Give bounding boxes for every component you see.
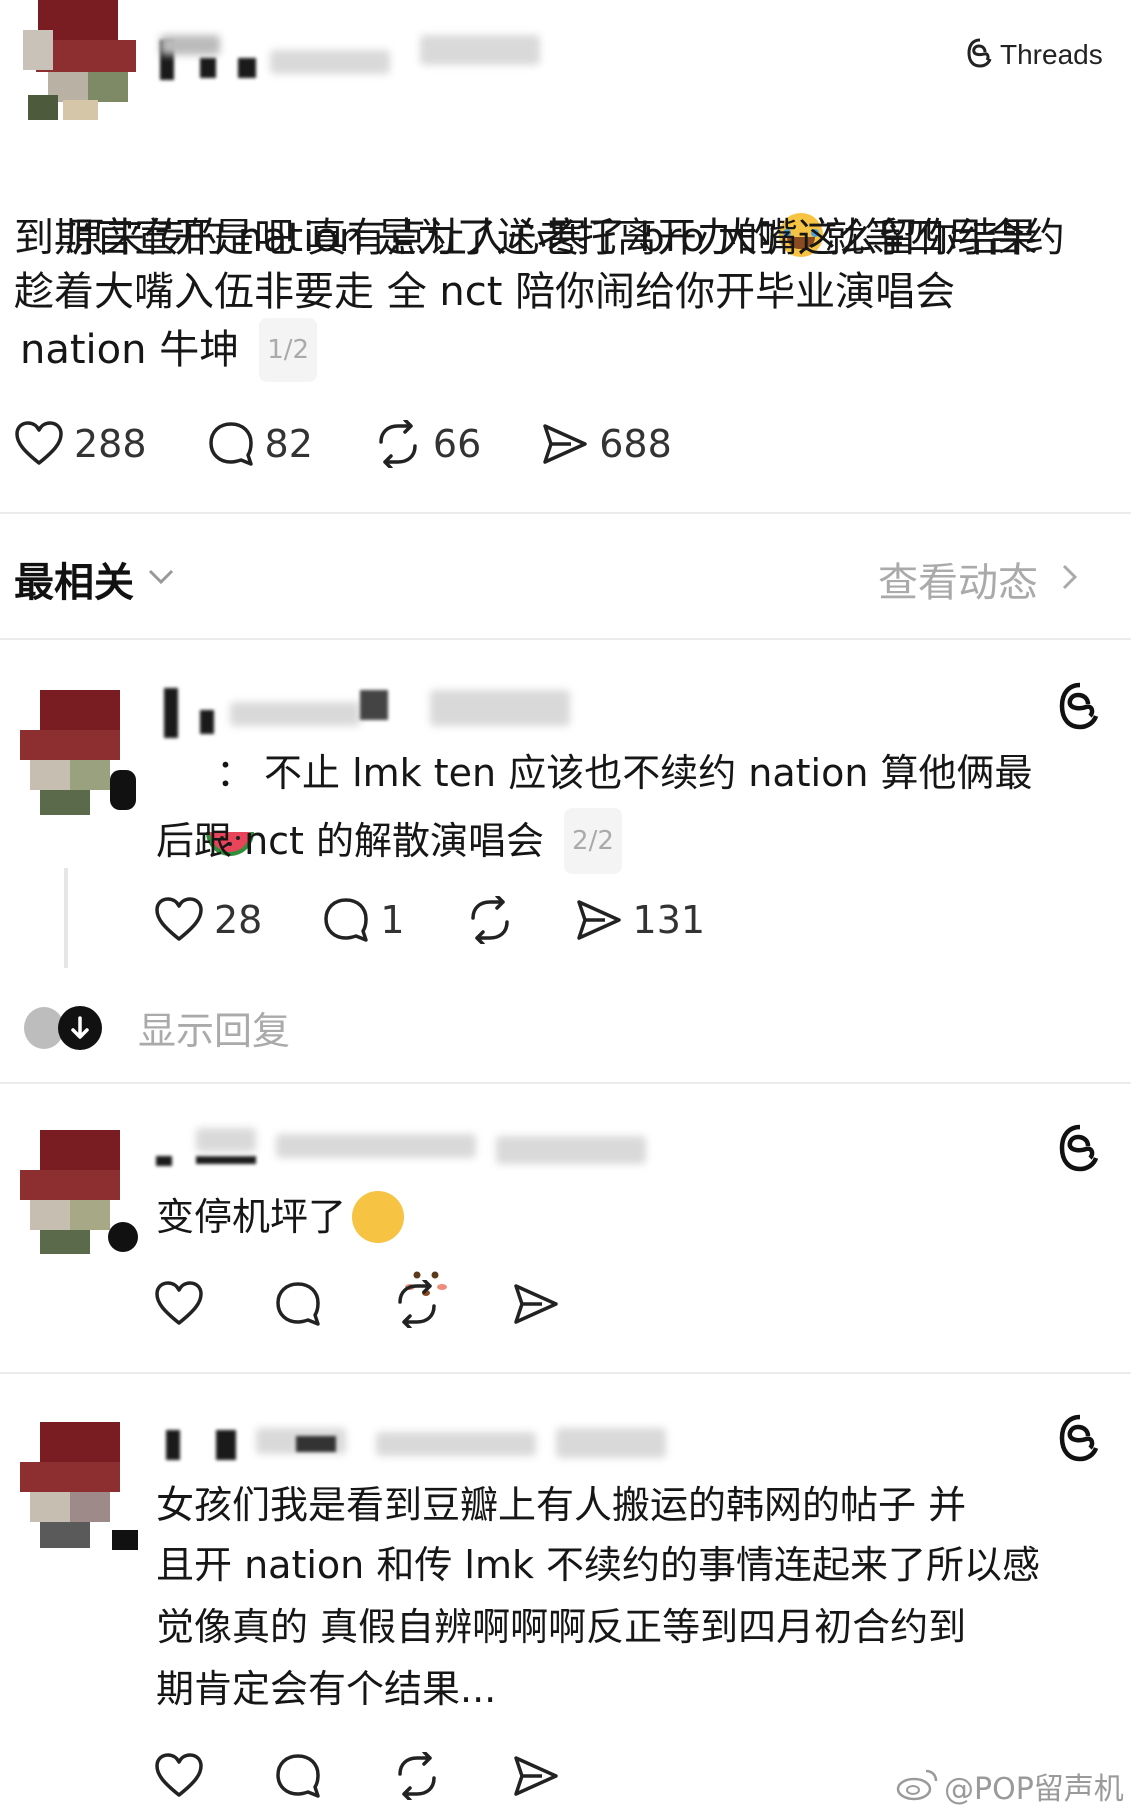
view-activity-label: 查看动态 <box>878 560 1038 606</box>
reply-3-line-4: 期肯定会有个结果... <box>156 1667 497 1711</box>
share-button[interactable] <box>512 1754 560 1798</box>
post-page-indicator: 1/2 <box>259 318 318 382</box>
reply-2-author-name[interactable] <box>156 1120 656 1180</box>
reply-1-avatar[interactable] <box>20 690 140 820</box>
heart-icon <box>154 897 204 943</box>
share-count: 131 <box>632 898 706 942</box>
comment-button[interactable] <box>274 1752 322 1800</box>
comment-button[interactable]: 82 <box>207 420 313 468</box>
reply-3-author-name[interactable] <box>156 1412 696 1472</box>
chevron-down-icon <box>148 569 174 589</box>
repost-icon <box>373 420 423 468</box>
reply-1-line-1: 不止 lmk ten 应该也不续约 nation 算他俩最 <box>264 751 1033 795</box>
post-author-avatar[interactable] <box>18 0 142 120</box>
comment-button[interactable] <box>274 1280 322 1328</box>
share-button[interactable] <box>512 1282 560 1326</box>
threads-logo-icon[interactable] <box>1058 1124 1102 1176</box>
threads-logo-icon <box>966 38 994 72</box>
repost-button[interactable] <box>465 896 515 944</box>
share-button[interactable]: 688 <box>541 422 672 466</box>
like-button[interactable]: 288 <box>14 421 147 467</box>
share-count: 688 <box>599 422 672 466</box>
comment-icon <box>274 1280 322 1328</box>
reply-1-line-2: 后跟 nct 的解散演唱会 <box>156 819 545 863</box>
reply-1-author-name[interactable] <box>160 680 580 740</box>
reply-2-actions <box>154 1280 620 1328</box>
reply-1-page-indicator: 2/2 <box>564 808 622 874</box>
repost-icon <box>392 1752 442 1800</box>
comment-count: 1 <box>380 898 405 942</box>
reply-1-prefix: ： <box>216 751 255 795</box>
comment-icon <box>322 896 370 944</box>
comment-icon <box>207 420 255 468</box>
repost-count: 66 <box>432 422 482 466</box>
threads-brand: Threads <box>966 38 1103 72</box>
reply-3-line-3: 觉像真的 真假自辨啊啊啊反正等到四月初合约到 <box>156 1605 967 1649</box>
post-line-2: 到期官宣开是吧 真有点让人心寒了 bro 大嘴这么留你结果 <box>14 215 1038 261</box>
share-icon <box>512 1282 560 1326</box>
arrow-down-icon <box>58 1005 102 1050</box>
post-line-3: 趁着大嘴入伍非要走 全 nct 陪你闹给你开毕业演唱会 <box>14 269 956 315</box>
repost-button[interactable]: 66 <box>373 420 481 468</box>
sort-label: 最相关 <box>14 560 134 606</box>
reply-3-actions <box>154 1752 620 1800</box>
watermark-label: @POP留声机 <box>944 1772 1124 1807</box>
repost-button[interactable] <box>392 1752 442 1800</box>
divider <box>0 1372 1131 1374</box>
like-count: 28 <box>214 898 263 942</box>
repost-button[interactable] <box>392 1280 442 1328</box>
show-replies-label: 显示回复 <box>138 1009 291 1053</box>
comment-count: 82 <box>264 422 313 466</box>
like-button[interactable] <box>154 1281 204 1327</box>
comment-icon <box>274 1752 322 1800</box>
reply-1-actions: 28 1 131 <box>154 896 765 944</box>
like-count: 288 <box>74 422 147 466</box>
divider <box>0 512 1131 514</box>
reply-3-line-1: 女孩们我是看到豆瓣上有人搬运的韩网的帖子 并 <box>156 1483 967 1527</box>
divider <box>0 638 1131 640</box>
heart-icon <box>14 421 64 467</box>
view-activity-link[interactable]: 查看动态 <box>878 550 1078 608</box>
threads-logo-icon[interactable] <box>1058 682 1102 734</box>
share-icon <box>541 422 589 466</box>
share-button[interactable]: 131 <box>575 898 706 942</box>
chevron-right-icon <box>1062 564 1078 594</box>
share-icon <box>575 898 623 942</box>
heart-icon <box>154 1281 204 1327</box>
post-line-4: nation 牛坤 <box>20 327 240 373</box>
show-replies-row[interactable]: 显示回复 <box>24 1000 290 1055</box>
reply-2-avatar[interactable] <box>20 1130 140 1256</box>
post-actions: 288 82 66 688 <box>14 420 732 468</box>
share-icon <box>512 1754 560 1798</box>
watermark: @POP留声机 <box>896 1764 1124 1808</box>
reply-2-line-1: 变停机坪了 <box>156 1195 347 1239</box>
comment-button[interactable]: 1 <box>322 896 405 944</box>
weibo-icon <box>896 1767 940 1805</box>
repost-icon <box>465 896 515 944</box>
heart-icon <box>154 1753 204 1799</box>
like-button[interactable]: 28 <box>154 897 262 943</box>
flushed-emoji-icon <box>352 1191 448 1296</box>
post-author-name[interactable] <box>160 30 550 90</box>
reply-3-avatar[interactable] <box>20 1422 140 1550</box>
sort-selector[interactable]: 最相关 <box>14 550 174 608</box>
threads-brand-label: Threads <box>1000 39 1103 70</box>
watermelon-emoji-icon <box>156 756 255 856</box>
reply-thread-line <box>64 868 68 968</box>
reply-3-line-2: 且开 nation 和传 lmk 不续约的事情连起来了所以感 <box>156 1543 1041 1587</box>
repost-icon <box>392 1280 442 1328</box>
threads-logo-icon[interactable] <box>1058 1414 1102 1466</box>
divider <box>0 1082 1131 1084</box>
like-button[interactable] <box>154 1753 204 1799</box>
